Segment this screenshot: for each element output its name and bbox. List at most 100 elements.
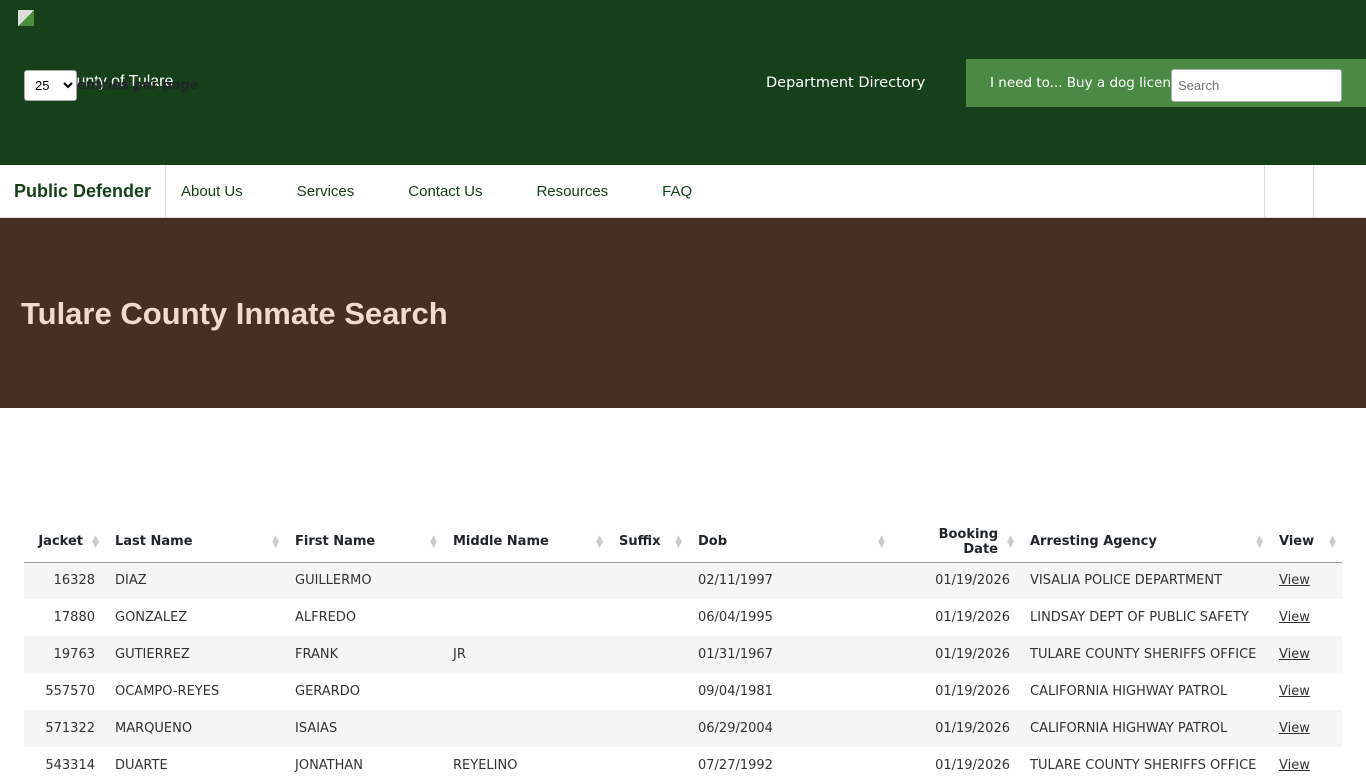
cell-view: View [1269,562,1342,599]
cell-dob: 06/29/2004 [688,710,891,747]
sort-icon: ▲ ▼ [1007,534,1014,550]
cell-first-name: ALFREDO [295,610,357,625]
cell-dob: 01/31/1967 [688,636,891,673]
cell-view: View [1269,747,1342,784]
cell-suffix [609,636,688,673]
cell-middle-name: JR [443,636,609,673]
nav-resources[interactable]: Resources [536,183,608,200]
cell-suffix [609,747,688,784]
column-label: Booking Date [938,526,998,557]
cell-jacket: 543314 [45,758,95,773]
cell-booking-date: 01/19/2026 [935,758,1010,773]
table-row: 543314 DUARTE JONATHAN REYELINO 07/27/1992 01… [24,747,1342,784]
cell-suffix [609,673,688,710]
cell-middle-name [443,710,609,747]
column-label: Last Name [115,534,193,550]
entries-per-page-label: entries per page [77,78,199,93]
cell-arresting-agency: CALIFORNIA HIGHWAY PATROL [1020,710,1269,747]
column-header-suffix[interactable]: Suffix ▲ ▼ [609,522,688,563]
cell-last-name: OCAMPO-REYES [115,684,220,699]
cell-middle-name [443,562,609,599]
cell-last-name: GONZALEZ [115,610,188,625]
column-label: View [1279,534,1315,550]
sort-icon: ▲ ▼ [675,534,682,550]
cell-last-name: DIAZ [105,562,285,599]
nav-faq[interactable]: FAQ [662,183,692,200]
sort-icon: ▲ ▼ [92,534,99,550]
column-header-dob[interactable]: Dob ▲ ▼ [688,522,891,563]
cell-suffix [609,710,688,747]
nav-contact-us[interactable]: Contact Us [408,183,482,200]
page-title: Tulare County Inmate Search [21,296,448,331]
cell-arresting-agency: VISALIA POLICE DEPARTMENT [1020,562,1269,599]
cell-middle-name [443,599,609,636]
county-logo-broken-image[interactable] [18,10,34,26]
nav-services[interactable]: Services [297,183,355,200]
column-header-booking-date[interactable]: Booking Date ▲ ▼ [891,522,1020,563]
column-label: Arresting Agency [1030,534,1157,550]
cell-dob: 02/11/1997 [688,562,891,599]
cell-dob: 06/04/1995 [698,610,773,625]
column-label: Middle Name [453,534,549,550]
cell-last-name: GUTIERREZ [105,636,285,673]
cell-first-name: FRANK [285,636,443,673]
table-row: 571322 MARQUENO ISAIAS 06/29/2004 01/19/2026… [24,710,1342,747]
department-directory-link[interactable]: Department Directory [766,75,925,91]
table-row: 16328 DIAZ GUILLERMO 02/11/1997 01/19/2026 VI… [24,562,1342,599]
cell-view: View [1269,710,1342,747]
cell-view: View [1269,673,1342,710]
cell-booking-date: 01/19/2026 [935,610,1010,625]
site-header: County of Tulare Department Directory I … [0,0,1366,165]
column-label: Dob [698,534,728,550]
cell-booking-date: 01/19/2026 [891,710,1020,747]
column-header-last-name[interactable]: Last Name ▲ ▼ [105,522,285,563]
column-header-view[interactable]: View ▲ ▼ [1269,522,1342,563]
cell-arresting-agency: TULARE COUNTY SHERIFFS OFFICE [1030,758,1257,773]
column-label: First Name [295,534,376,550]
cell-booking-date: 01/19/2026 [935,684,1010,699]
view-link[interactable]: View [1279,610,1310,625]
table-row: 17880 GONZALEZ ALFREDO 06/04/1995 01/19/2026… [24,599,1342,636]
view-link[interactable]: View [1279,758,1310,773]
sort-icon: ▲ ▼ [430,534,437,550]
page-hero: Tulare County Inmate Search [0,218,1366,408]
cell-last-name: DUARTE [115,758,168,773]
cell-last-name: MARQUENO [105,710,285,747]
view-link[interactable]: View [1279,647,1310,662]
sort-icon: ▲ ▼ [596,534,603,550]
column-label: Jacket [38,534,83,550]
cell-arresting-agency: LINDSAY DEPT OF PUBLIC SAFETY [1030,610,1249,625]
nav-search-button[interactable] [1264,165,1313,217]
cell-first-name: ISAIAS [285,710,443,747]
cell-dob: 09/04/1981 [698,684,773,699]
cell-jacket: 16328 [24,562,105,599]
table-row: 557570 OCAMPO-REYES GERARDO 09/04/1981 01/19… [24,673,1342,710]
department-brand[interactable]: Public Defender [0,165,167,217]
table-search-input[interactable] [1171,69,1342,102]
cell-dob: 07/27/1992 [698,758,773,773]
view-link[interactable]: View [1279,684,1310,699]
cell-first-name: GERARDO [295,684,360,699]
cell-arresting-agency: TULARE COUNTY SHERIFFS OFFICE [1020,636,1269,673]
column-header-arresting-agency[interactable]: Arresting Agency ▲ ▼ [1020,522,1269,563]
sort-icon: ▲ ▼ [1256,534,1263,550]
view-link[interactable]: View [1279,573,1310,588]
cell-middle-name [443,673,609,710]
page-size-select[interactable]: 25 [24,70,77,101]
cell-jacket: 571322 [24,710,105,747]
sort-icon: ▲ ▼ [878,534,885,550]
column-header-jacket[interactable]: Jacket ▲ ▼ [24,522,105,563]
inmate-table: Jacket ▲ ▼ Last Name ▲ ▼ First Name ▲ ▼ Middle… [24,522,1342,784]
nav-menu-button[interactable] [1313,165,1366,217]
nav-about-us[interactable]: About Us [181,183,243,200]
cell-middle-name: REYELINO [453,758,518,773]
column-header-middle-name[interactable]: Middle Name ▲ ▼ [443,522,609,563]
cell-jacket: 19763 [24,636,105,673]
cell-view: View [1269,636,1342,673]
cell-booking-date: 01/19/2026 [891,562,1020,599]
sort-icon: ▲ ▼ [1329,534,1336,550]
column-header-first-name[interactable]: First Name ▲ ▼ [285,522,443,563]
view-link[interactable]: View [1279,721,1310,736]
cell-view: View [1269,599,1342,636]
cell-jacket: 17880 [53,610,95,625]
